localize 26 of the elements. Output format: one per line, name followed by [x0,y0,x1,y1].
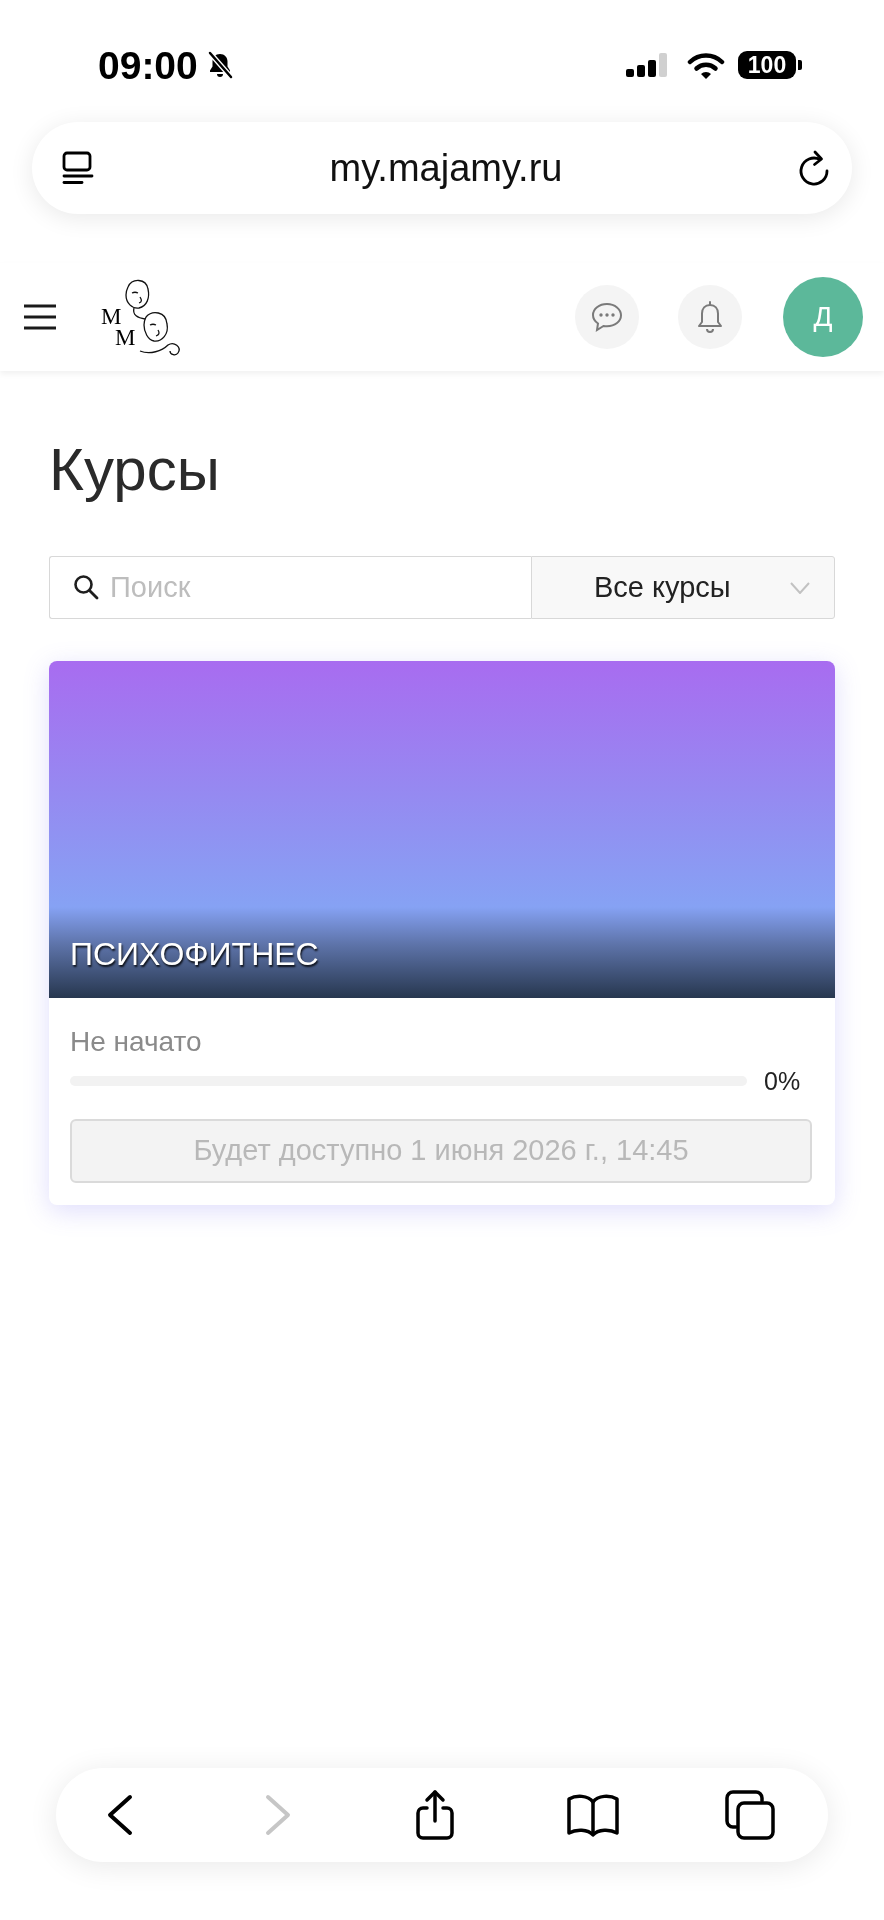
signal-icon [626,53,670,77]
course-filter-dropdown[interactable]: Все курсы [531,556,835,619]
course-title: ПСИХОФИТНЕС [70,935,319,973]
caret-icon [790,581,810,594]
course-cover[interactable]: ПСИХОФИТНЕС [49,661,835,998]
search-field[interactable]: Поиск [49,556,531,619]
course-status: Не начато [70,1026,202,1058]
chat-bubble-icon [591,302,623,332]
address-bar[interactable]: my.majamy.ru [32,122,852,214]
menu-icon[interactable] [24,304,56,330]
tabs-icon[interactable] [724,1789,776,1841]
status-time: 09:00 [98,45,198,85]
logo-letter: M [115,326,136,349]
battery-indicator: 100 [738,51,802,79]
logo-letter: M [101,305,122,328]
url-text: my.majamy.ru [329,149,563,187]
share-icon[interactable] [414,1788,456,1842]
bell-icon [697,301,723,333]
page-title: Курсы [49,437,220,503]
wifi-icon [687,51,725,79]
search-icon [73,574,99,600]
back-icon[interactable] [106,1793,134,1837]
open-book-icon[interactable] [565,1792,620,1838]
progress-percent: 0% [764,1068,801,1094]
page-menu-icon[interactable] [60,150,96,186]
muted-bell-icon [205,51,234,79]
